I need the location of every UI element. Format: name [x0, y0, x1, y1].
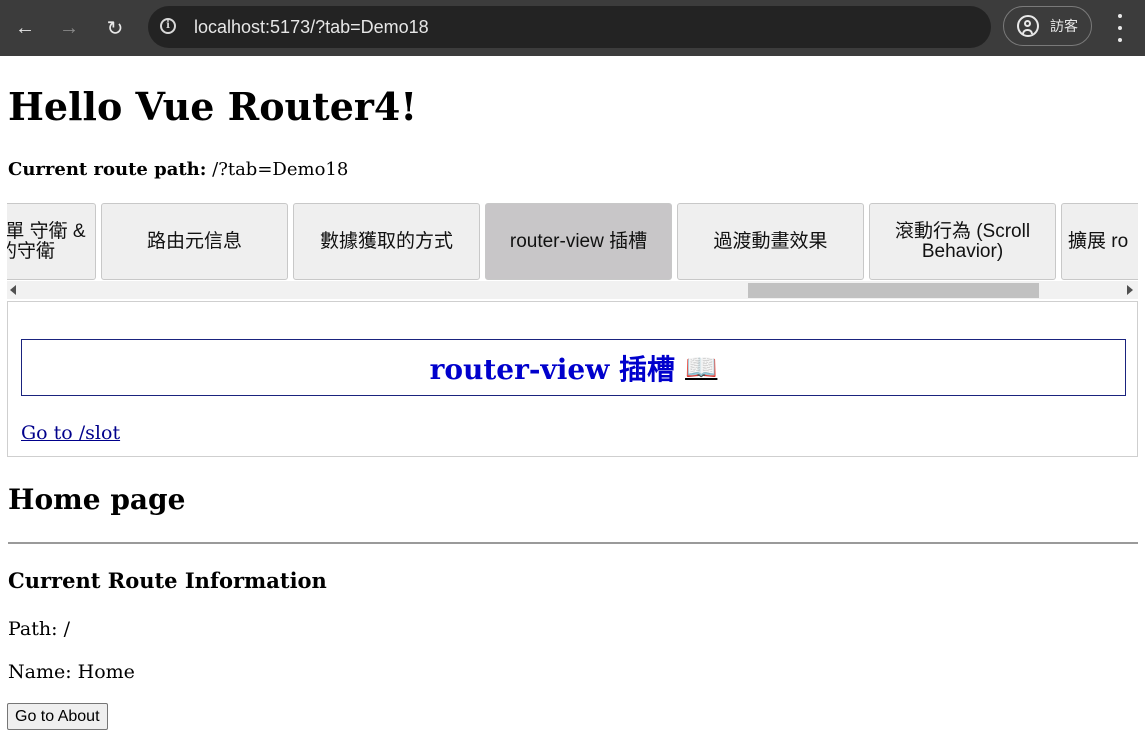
tab-data-fetching[interactable]: 數據獲取的方式 — [293, 203, 480, 280]
book-icon: 📖 — [685, 352, 718, 383]
go-to-about-button[interactable]: Go to About — [7, 703, 108, 730]
site-info-icon[interactable]: i — [160, 18, 176, 34]
scroll-right-icon[interactable] — [1127, 285, 1133, 295]
menu-kebab-icon[interactable] — [1110, 14, 1130, 42]
route-info-heading: Current Route Information — [8, 568, 327, 593]
avatar-icon — [1017, 15, 1039, 37]
tab-transitions[interactable]: 過渡動畫效果 — [677, 203, 864, 280]
horizontal-scrollbar[interactable] — [7, 281, 1138, 299]
profile-button[interactable]: 訪客 — [1003, 6, 1092, 46]
url-text[interactable]: localhost:5173/?tab=Demo18 — [194, 17, 429, 38]
tab-route-meta[interactable]: 路由元信息 — [101, 203, 288, 280]
profile-label: 訪客 — [1050, 18, 1078, 34]
route-name-text: Name: Home — [8, 661, 135, 683]
slot-title: router-view 插槽 — [429, 352, 676, 386]
route-path-value: /?tab=Demo18 — [206, 159, 349, 180]
scrollbar-thumb[interactable] — [748, 283, 1039, 298]
tab-panel: router-view 插槽 📖 Go to /slot — [7, 301, 1138, 457]
tab-extending-router[interactable]: 擴展 ro — [1061, 203, 1138, 280]
tab-navigation-guards[interactable]: 針對單 守衛 & 的守衛 — [7, 203, 96, 280]
slot-header-box: router-view 插槽 📖 — [21, 339, 1126, 396]
go-to-slot-link[interactable]: Go to /slot — [21, 422, 120, 444]
scroll-left-icon[interactable] — [10, 285, 16, 295]
address-bar[interactable]: i localhost:5173/?tab=Demo18 — [148, 6, 991, 48]
divider — [8, 542, 1138, 544]
current-route-path: Current route path: /?tab=Demo18 — [8, 159, 348, 180]
tab-strip: 針對單 守衛 & 的守衛 路由元信息 數據獲取的方式 router-view 插… — [7, 203, 1138, 301]
reload-icon[interactable]: ↻ — [100, 13, 130, 43]
page-content: Hello Vue Router4! Current route path: /… — [0, 56, 1145, 736]
page-title: Hello Vue Router4! — [8, 84, 418, 129]
route-path-label: Current route path: — [8, 159, 207, 180]
tab-router-view-slot[interactable]: router-view 插槽 — [485, 203, 672, 280]
route-path-text: Path: / — [8, 618, 70, 640]
tab-scroll-behavior[interactable]: 滾動行為 (Scroll Behavior) — [869, 203, 1056, 280]
browser-toolbar: ← → ↻ i localhost:5173/?tab=Demo18 訪客 — [0, 0, 1145, 56]
forward-arrow-icon[interactable]: → — [54, 13, 84, 43]
home-heading: Home page — [8, 483, 186, 516]
back-arrow-icon[interactable]: ← — [10, 13, 40, 43]
